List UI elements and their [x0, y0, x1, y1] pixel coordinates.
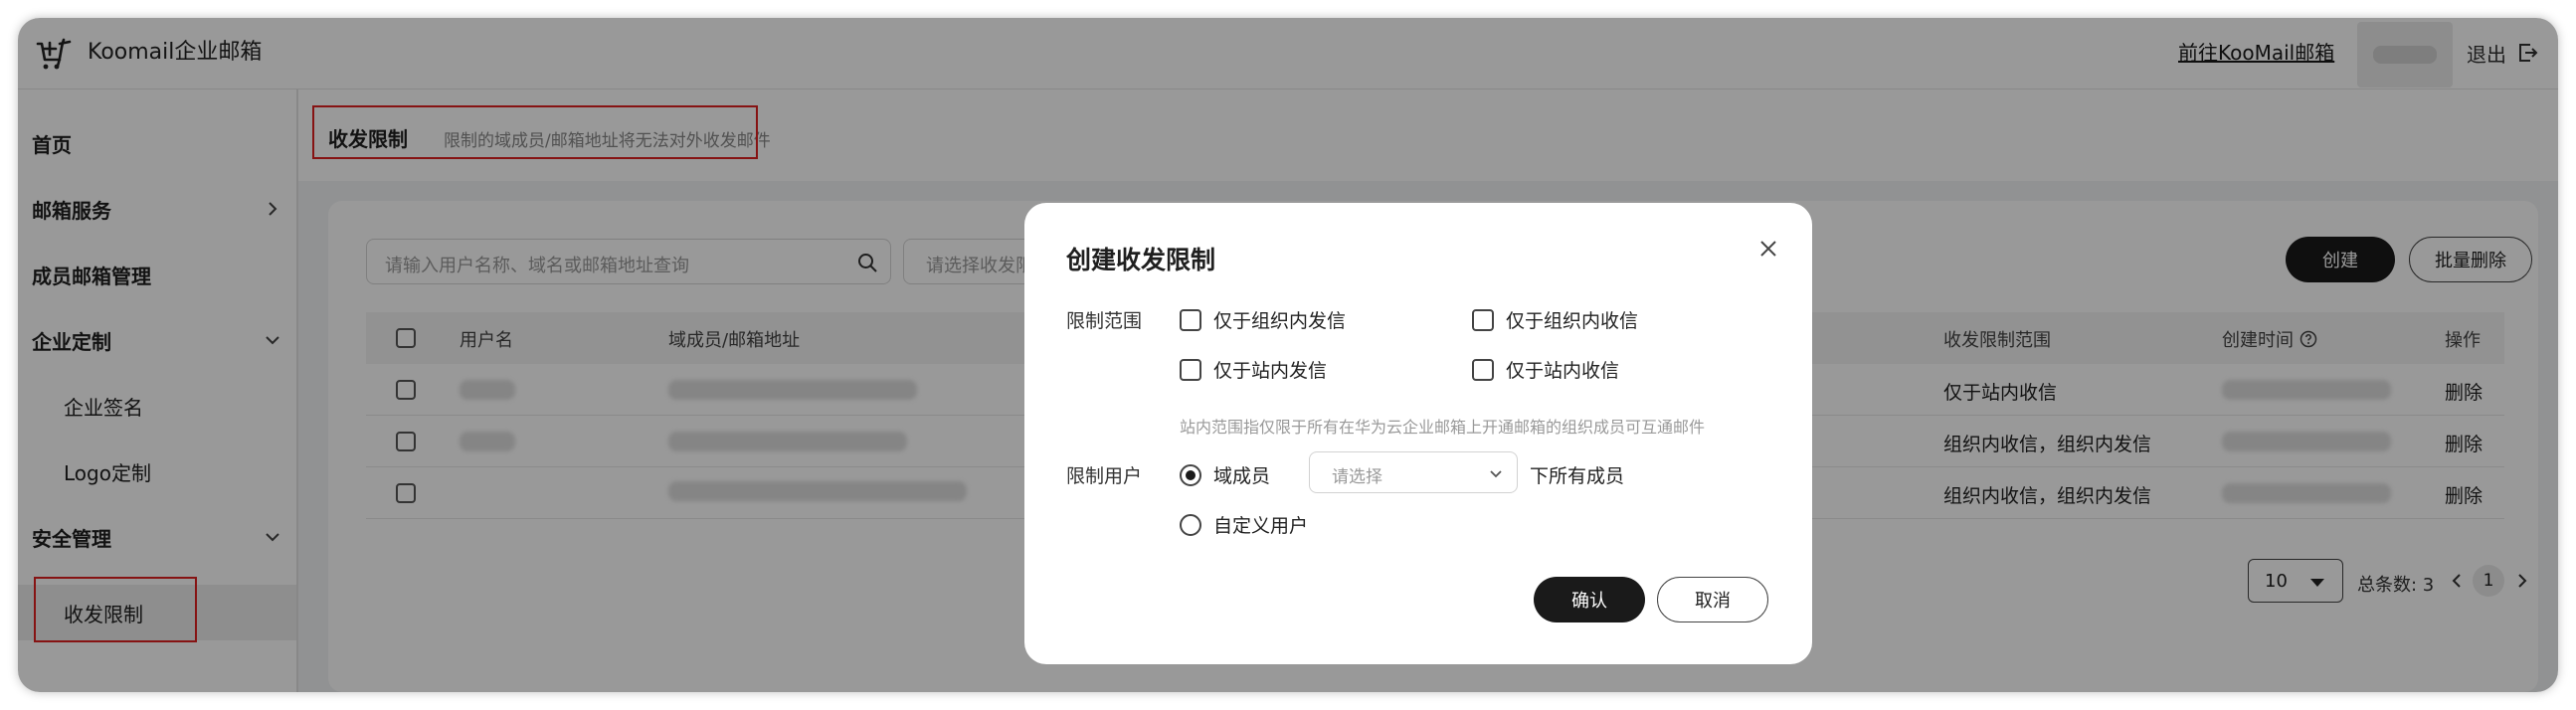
radio-button[interactable]	[1180, 513, 1201, 536]
option-send-site[interactable]: 仅于站内发信	[1180, 356, 1327, 383]
confirm-button[interactable]: 确认	[1534, 577, 1645, 622]
scope-label: 限制范围	[1066, 310, 1143, 332]
radio-label: 自定义用户	[1213, 515, 1309, 537]
radio-custom-users[interactable]: 自定义用户	[1180, 511, 1308, 538]
domain-select-placeholder: 请选择	[1332, 467, 1382, 487]
option-recv-org[interactable]: 仅于组织内收信	[1472, 306, 1638, 333]
checkbox[interactable]	[1472, 358, 1494, 381]
cancel-button[interactable]: 取消	[1657, 577, 1768, 622]
all-members-suffix: 下所有成员	[1530, 461, 1624, 488]
option-label: 仅于站内收信	[1506, 360, 1620, 382]
option-label: 仅于站内发信	[1213, 360, 1328, 382]
close-icon[interactable]	[1756, 237, 1780, 261]
checkbox[interactable]	[1472, 308, 1494, 331]
suffix-label: 下所有成员	[1530, 465, 1625, 487]
scope-hint: 站内范围指仅限于所有在华为云企业邮箱上开通邮箱的组织成员可互通邮件	[1180, 418, 1706, 437]
option-label: 仅于组织内发信	[1213, 310, 1347, 332]
domain-select[interactable]: 请选择	[1309, 451, 1518, 493]
user-label: 限制用户	[1066, 465, 1143, 487]
option-label: 仅于组织内收信	[1506, 310, 1639, 332]
app-window: Koomail企业邮箱 前往KooMail邮箱 退出 首页 邮箱服务 成员邮箱管…	[18, 18, 2558, 692]
chevron-down-icon	[1490, 470, 1502, 478]
radio-label: 域成员	[1213, 465, 1271, 487]
create-limit-dialog: 创建收发限制 限制范围 仅于组织内发信 仅于组织内收信 仅于站内发信 仅于站内收…	[1024, 203, 1812, 664]
radio-domain-members[interactable]: 域成员	[1180, 461, 1270, 488]
radio-button[interactable]	[1180, 463, 1201, 486]
option-recv-site[interactable]: 仅于站内收信	[1472, 356, 1619, 383]
option-send-org[interactable]: 仅于组织内发信	[1180, 306, 1346, 333]
checkbox[interactable]	[1180, 358, 1201, 381]
checkbox[interactable]	[1180, 308, 1201, 331]
dialog-title: 创建收发限制	[1066, 246, 1216, 274]
